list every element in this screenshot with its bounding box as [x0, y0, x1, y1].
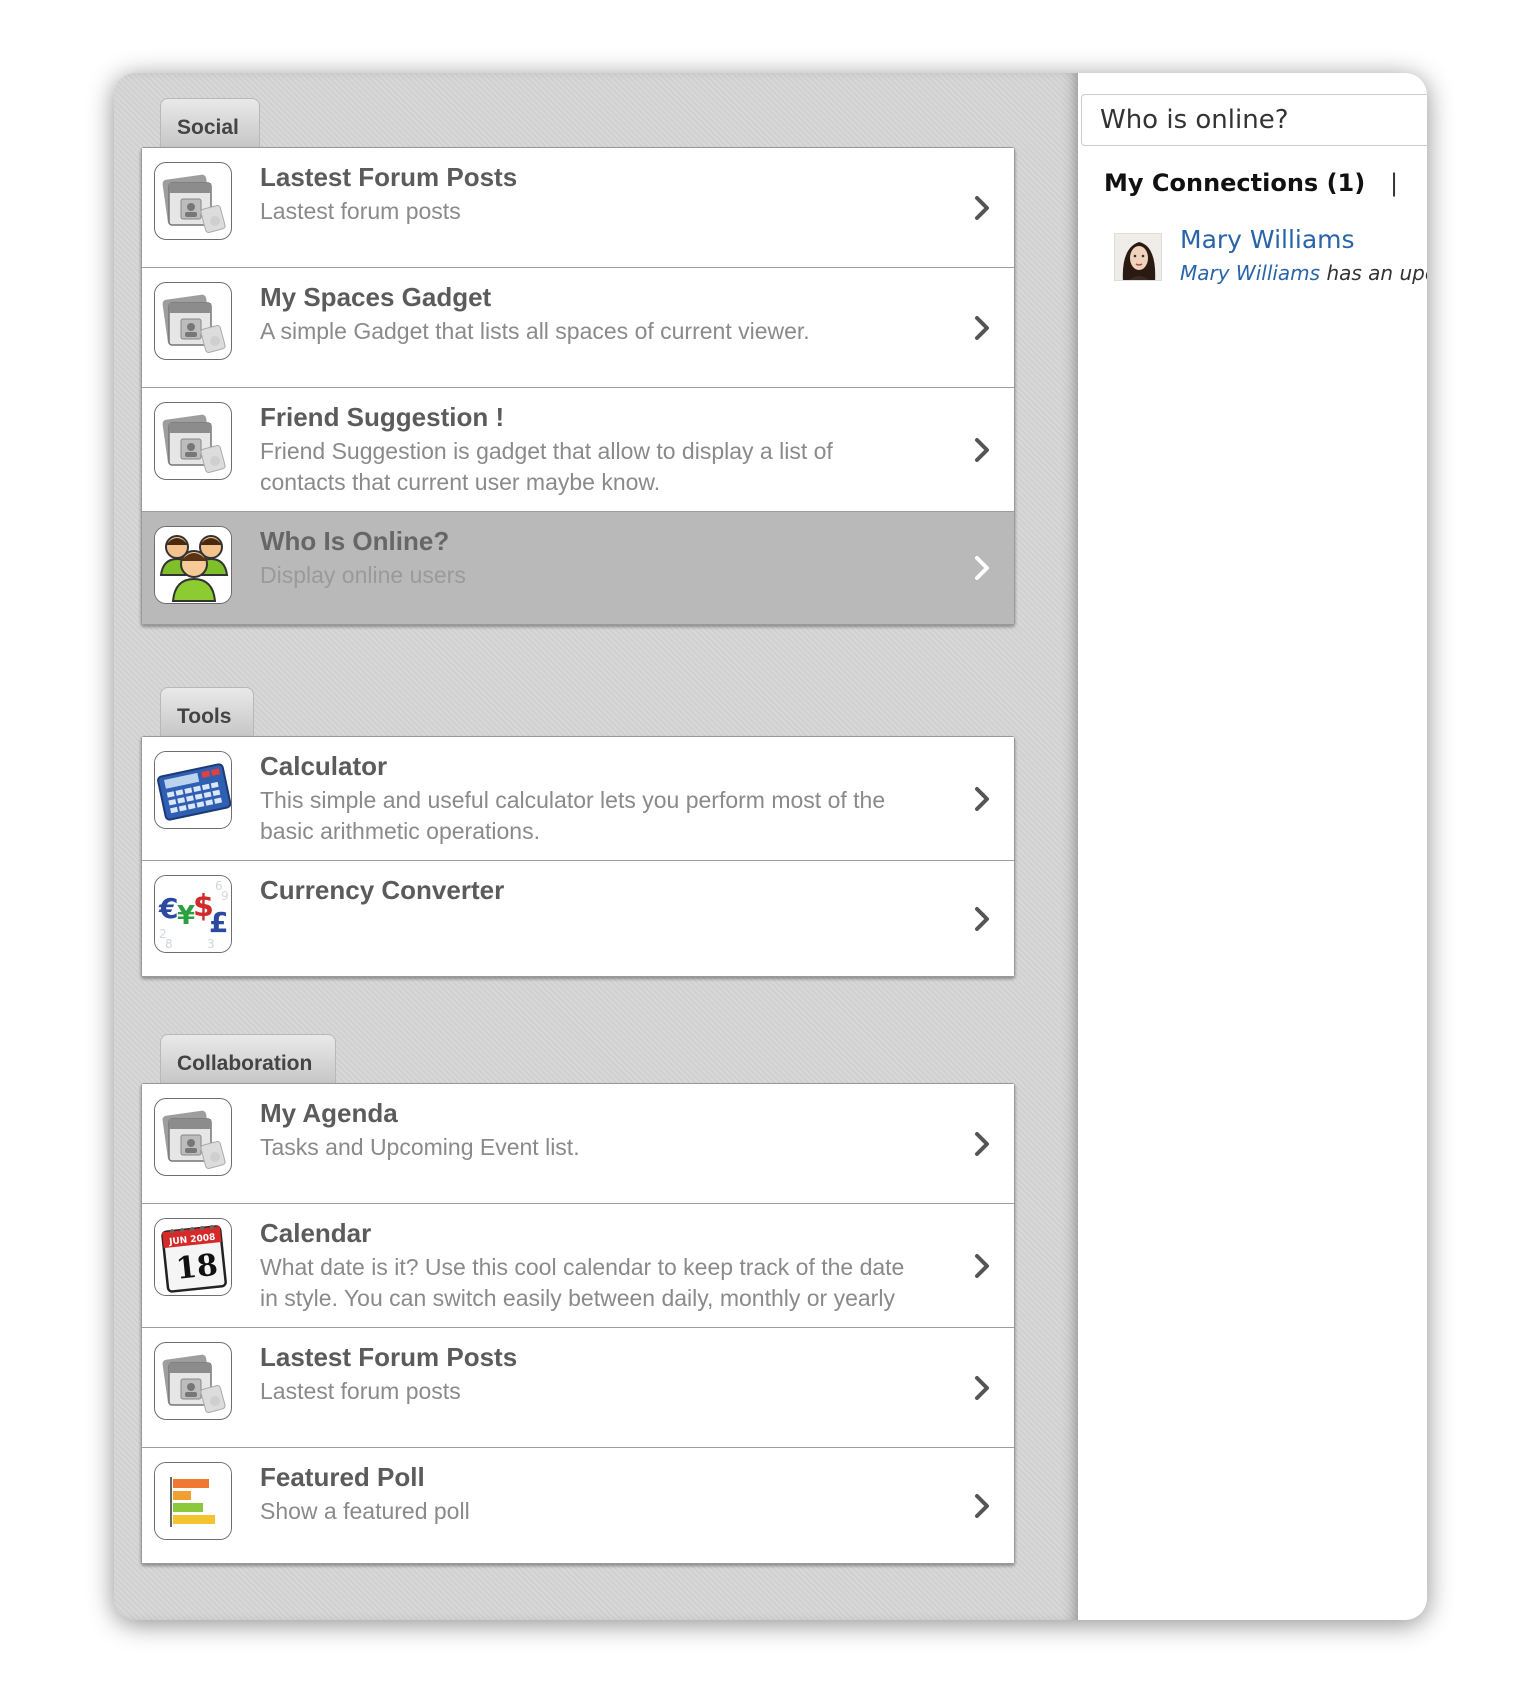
gadget-item-my-agenda[interactable]: My Agenda Tasks and Upcoming Event list.: [142, 1084, 1014, 1204]
activity-text: has an upd: [1320, 261, 1427, 285]
avatar[interactable]: [1114, 233, 1162, 281]
svg-text:€: €: [158, 892, 178, 925]
gadget-list: Lastest Forum Posts Lastest forum posts …: [141, 147, 1015, 625]
section-social: Social Lastest Forum Posts Lastest forum…: [141, 98, 1015, 655]
gadget-icon: [154, 1098, 232, 1176]
svg-text:8: 8: [165, 937, 173, 951]
gadget-title: My Agenda: [260, 1098, 398, 1128]
gadget-description: Show a featured poll: [260, 1498, 470, 1524]
calendar-day-label: 18: [174, 1248, 219, 1287]
gadget-description: Lastest forum posts: [260, 198, 461, 224]
tab-separator: |: [1390, 169, 1399, 197]
section-collaboration: Collaboration My Agenda Tasks and Upcomi…: [141, 1034, 1015, 1574]
gadget-description: A simple Gadget that lists all spaces of…: [260, 318, 810, 344]
users-group-icon: [154, 526, 232, 604]
gadget-title: Currency Converter: [260, 875, 505, 905]
gadget-item-who-is-online[interactable]: Who Is Online? Display online users: [142, 512, 1014, 624]
app-frame: Social Lastest Forum Posts Lastest forum…: [114, 73, 1427, 1620]
poll-icon: [154, 1462, 232, 1540]
chevron-right-icon: [975, 556, 989, 580]
chevron-right-icon: [975, 195, 989, 220]
chevron-right-icon: [975, 906, 989, 931]
gadget-item-my-spaces[interactable]: My Spaces Gadget A simple Gadget that li…: [142, 268, 1014, 388]
chevron-right-icon: [975, 1131, 989, 1156]
gadget-description: Lastest forum posts: [260, 1378, 461, 1404]
gadget-description: Friend Suggestion is gadget that allow t…: [260, 438, 833, 495]
gadget-item-lastest-forum-posts[interactable]: Lastest Forum Posts Lastest forum posts: [142, 1328, 1014, 1448]
gadget-icon: [154, 1342, 232, 1420]
gadget-description: What date is it? Use this cool calendar …: [260, 1254, 905, 1311]
my-connections-tab[interactable]: My Connections (1): [1104, 169, 1365, 197]
currency-icon: 2 8 6 9 3 € ¥ $ £: [154, 875, 232, 953]
gadget-icon: [154, 402, 232, 480]
gadget-icon: [154, 282, 232, 360]
preview-title: Who is online?: [1081, 94, 1427, 146]
chevron-right-icon: [975, 1253, 989, 1278]
gadget-icon: [154, 162, 232, 240]
gadget-preview: Who is online? My Connections (1) | Mary…: [1078, 73, 1427, 1620]
gadget-title: Lastest Forum Posts: [260, 162, 518, 192]
gadget-title: My Spaces Gadget: [260, 282, 492, 312]
chevron-right-icon: [975, 437, 989, 462]
gadget-item-friend-suggestion[interactable]: Friend Suggestion ! Friend Suggestion is…: [142, 388, 1014, 512]
section-tab-tools: Tools: [160, 687, 254, 737]
gadget-item-currency-converter[interactable]: 2 8 6 9 3 € ¥ $ £ Currency Converter: [142, 861, 1014, 976]
gadget-description: This simple and useful calculator lets y…: [260, 787, 886, 844]
gadget-title: Lastest Forum Posts: [260, 1342, 518, 1372]
gadget-description: Display online users: [260, 562, 466, 588]
gadget-item-featured-poll[interactable]: Featured Poll Show a featured poll: [142, 1448, 1014, 1563]
gadget-title: Calculator: [260, 751, 388, 781]
gadget-item-lastest-forum-posts[interactable]: Lastest Forum Posts Lastest forum posts: [142, 148, 1014, 268]
svg-text:3: 3: [207, 937, 215, 951]
gadget-description: Tasks and Upcoming Event list.: [260, 1134, 580, 1160]
gadget-item-calendar[interactable]: JUN 2008 18 Calendar What date is it? Use…: [142, 1204, 1014, 1328]
chevron-right-icon: [975, 1493, 989, 1518]
gadget-title: Calendar: [260, 1218, 372, 1248]
chevron-right-icon: [975, 786, 989, 811]
gadget-browser: Social Lastest Forum Posts Lastest forum…: [114, 73, 1078, 1620]
chevron-right-icon: [975, 1375, 989, 1400]
gadget-list: My Agenda Tasks and Upcoming Event list.…: [141, 1083, 1015, 1564]
gadget-list: Calculator This simple and useful calcul…: [141, 736, 1015, 977]
section-tab-collaboration: Collaboration: [160, 1034, 336, 1084]
chevron-right-icon: [975, 315, 989, 340]
section-tools: Tools Calculator This simple and useful …: [141, 687, 1015, 987]
calculator-icon: [154, 751, 232, 829]
calendar-icon: JUN 2008 18: [154, 1218, 232, 1296]
svg-text:£: £: [209, 906, 228, 939]
activity-user-link[interactable]: Mary Williams: [1180, 261, 1320, 285]
section-tab-social: Social: [160, 98, 260, 148]
svg-text:9: 9: [221, 889, 229, 903]
gadget-title: Featured Poll: [260, 1462, 425, 1492]
gadget-title: Friend Suggestion !: [260, 402, 505, 432]
user-activity: Mary Williams has an upd: [1180, 261, 1427, 285]
user-name-link[interactable]: Mary Williams: [1180, 225, 1355, 254]
gadget-item-calculator[interactable]: Calculator This simple and useful calcul…: [142, 737, 1014, 861]
gadget-title: Who Is Online?: [260, 526, 450, 556]
